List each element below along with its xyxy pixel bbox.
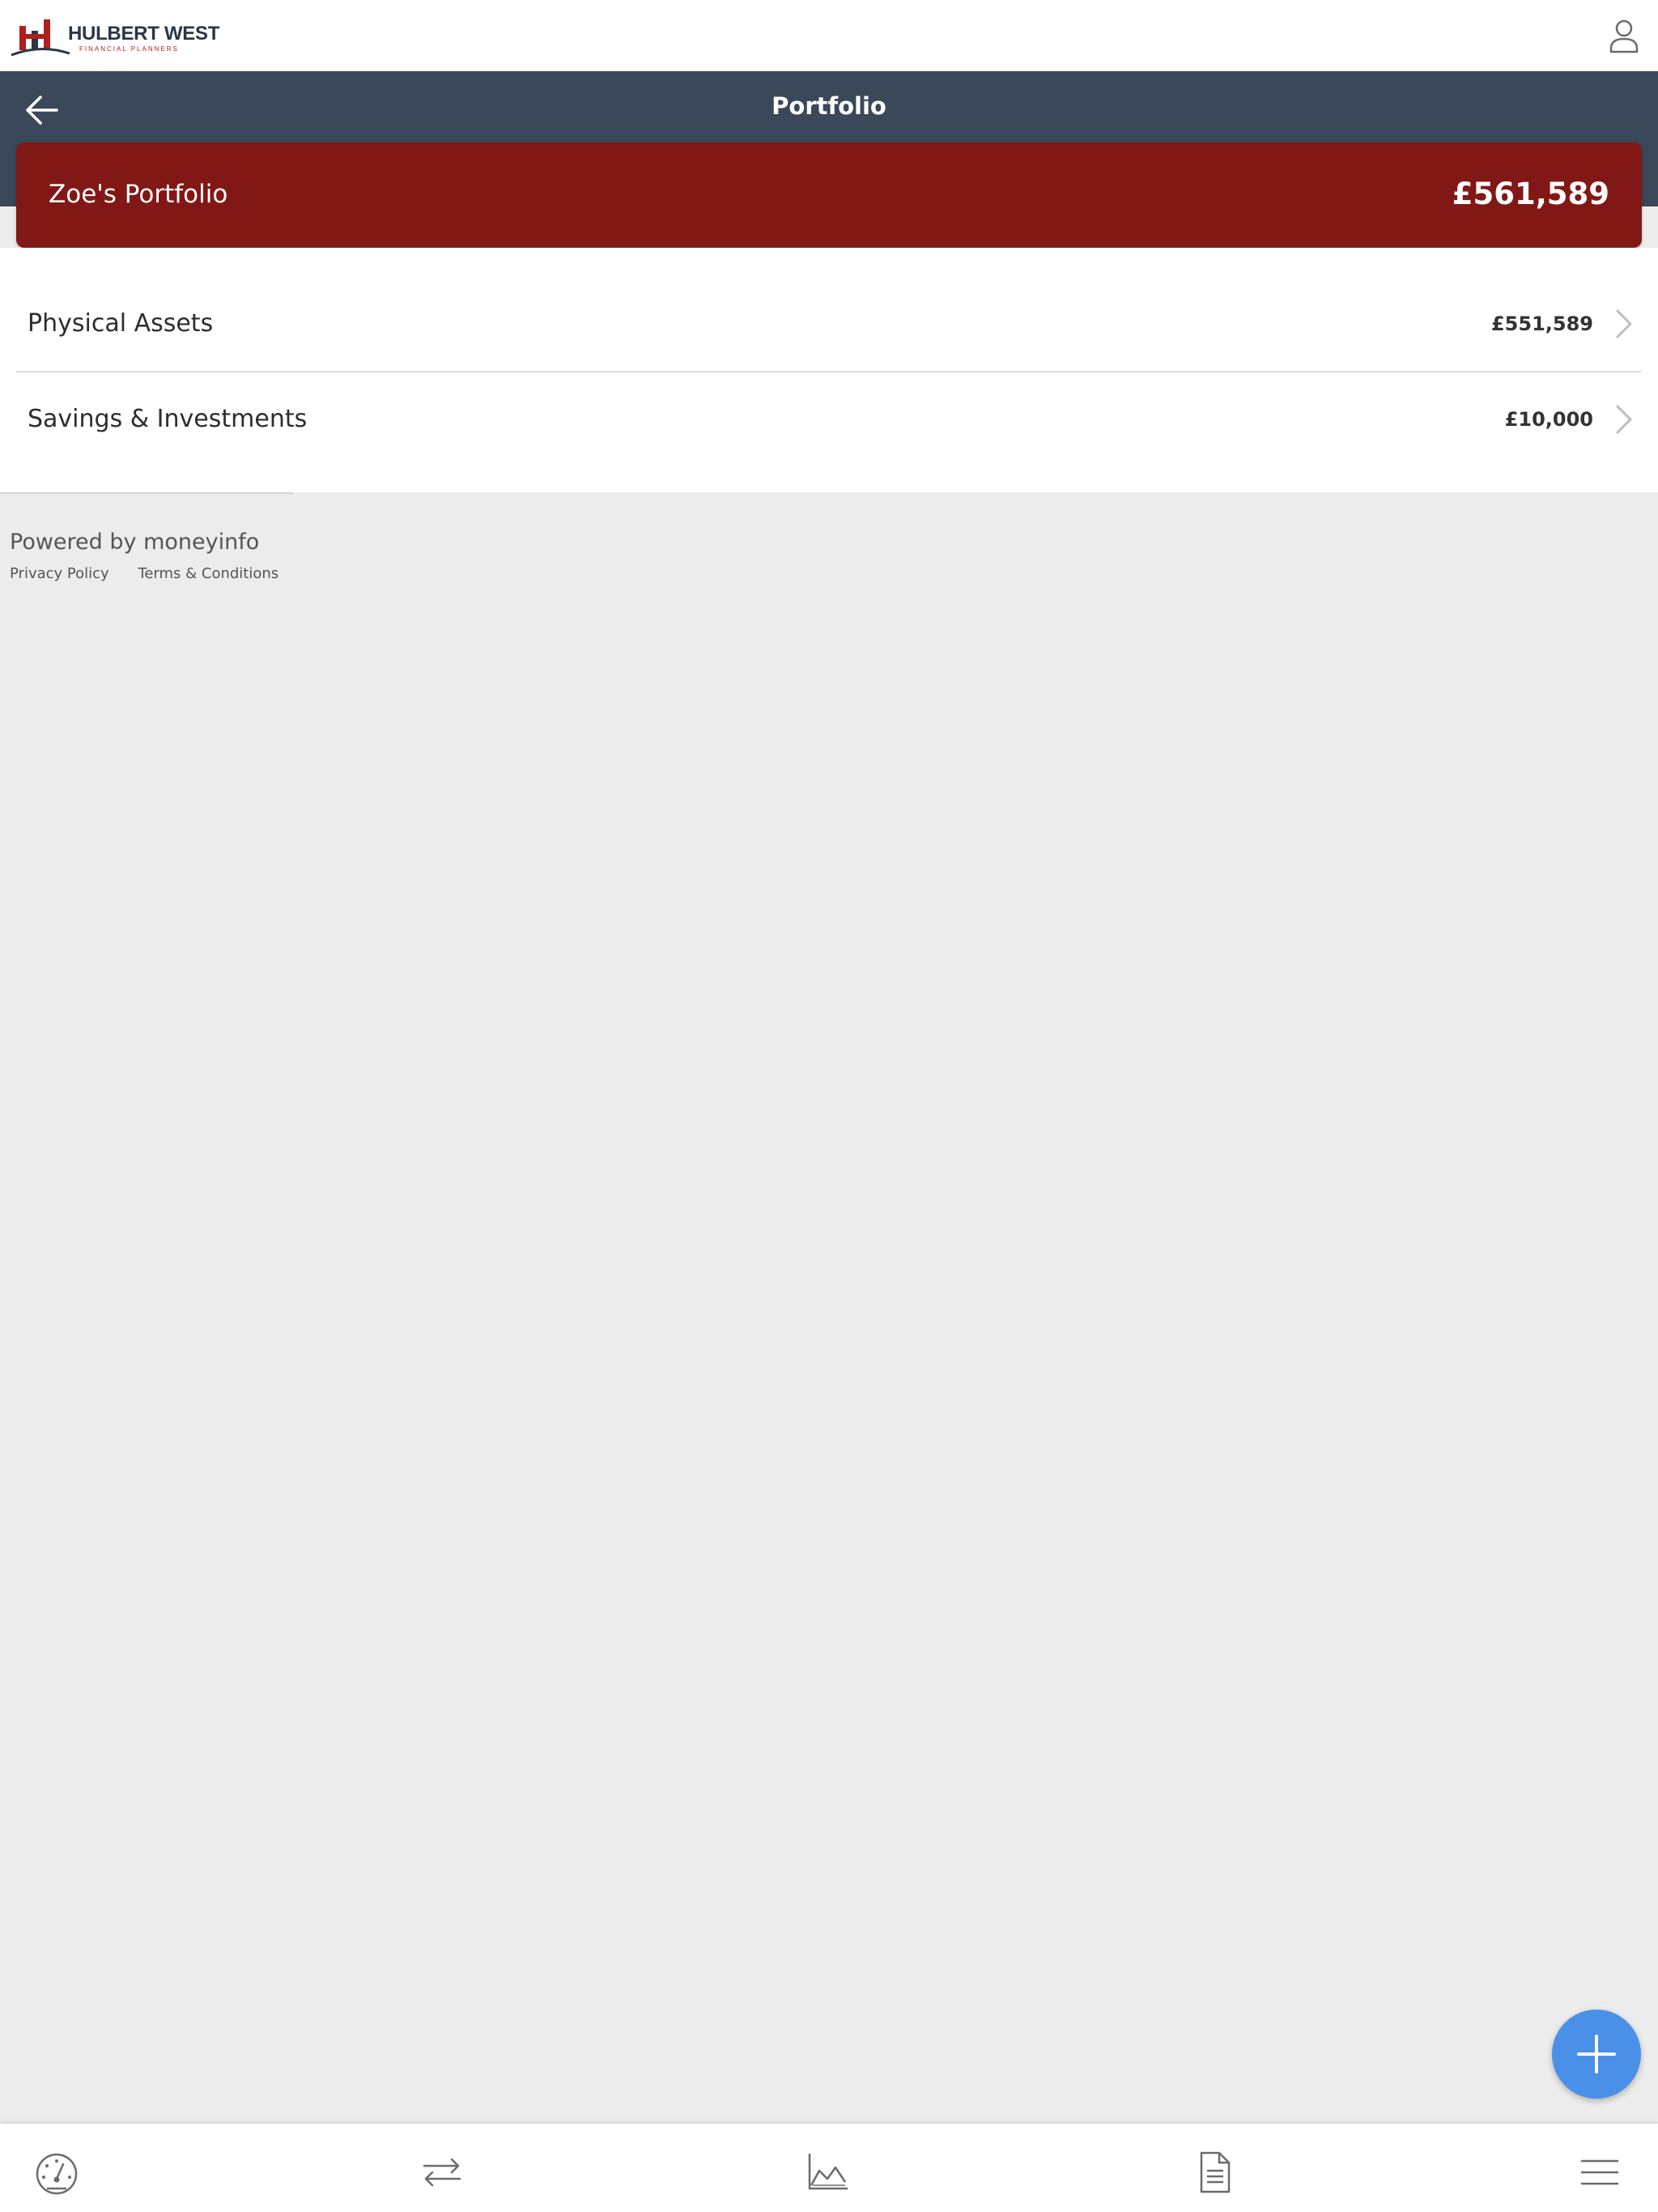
portfolio-category-list: Physical Assets £551,589 Savings & Inves… — [0, 248, 1658, 492]
bottom-tab-bar — [0, 2122, 1658, 2212]
privacy-policy-link[interactable]: Privacy Policy — [10, 565, 109, 582]
terms-conditions-link[interactable]: Terms & Conditions — [138, 565, 278, 582]
menu-icon — [1580, 2159, 1619, 2185]
tab-documents[interactable] — [1190, 2150, 1239, 2195]
list-item-savings-investments[interactable]: Savings & Investments £10,000 — [16, 374, 1642, 468]
tab-transactions[interactable] — [418, 2150, 466, 2195]
portfolio-total: £561,589 — [1452, 177, 1609, 211]
tab-menu[interactable] — [1575, 2150, 1624, 2195]
add-button[interactable] — [1552, 2010, 1641, 2099]
dashboard-gauge-icon — [36, 2153, 78, 2195]
user-profile-button[interactable] — [1605, 16, 1643, 55]
logo-mark-icon — [11, 19, 70, 57]
footer-links: Privacy Policy Terms & Conditions — [10, 565, 303, 582]
powered-by-text: Powered by moneyinfo — [10, 530, 260, 555]
brand-tagline: FINANCIAL PLANNERS — [79, 45, 179, 53]
page-title: Portfolio — [772, 92, 886, 120]
list-item-physical-assets[interactable]: Physical Assets £551,589 — [16, 279, 1642, 372]
list-item-label: Savings & Investments — [28, 405, 308, 433]
user-icon — [1609, 19, 1639, 53]
portfolio-name: Zoe's Portfolio — [49, 180, 228, 209]
tab-dashboard[interactable] — [32, 2150, 81, 2195]
chevron-right-icon — [1616, 405, 1632, 434]
brand-logo[interactable]: HULBERT WEST FINANCIAL PLANNERS — [10, 11, 220, 60]
top-bar: HULBERT WEST FINANCIAL PLANNERS — [0, 0, 1658, 71]
chevron-right-icon — [1616, 309, 1632, 338]
area-chart-icon — [808, 2153, 848, 2190]
tab-performance[interactable] — [803, 2150, 852, 2195]
portfolio-summary-card[interactable]: Zoe's Portfolio £561,589 — [16, 143, 1642, 248]
footer-divider — [0, 492, 293, 494]
list-item-label: Physical Assets — [28, 309, 214, 338]
list-item-value: £551,589 — [1490, 313, 1593, 335]
list-item-value: £10,000 — [1504, 408, 1593, 431]
plus-icon — [1577, 2035, 1616, 2074]
document-icon — [1200, 2151, 1231, 2193]
transfer-arrows-icon — [423, 2158, 461, 2187]
brand-name: HULBERT WEST — [68, 23, 220, 45]
